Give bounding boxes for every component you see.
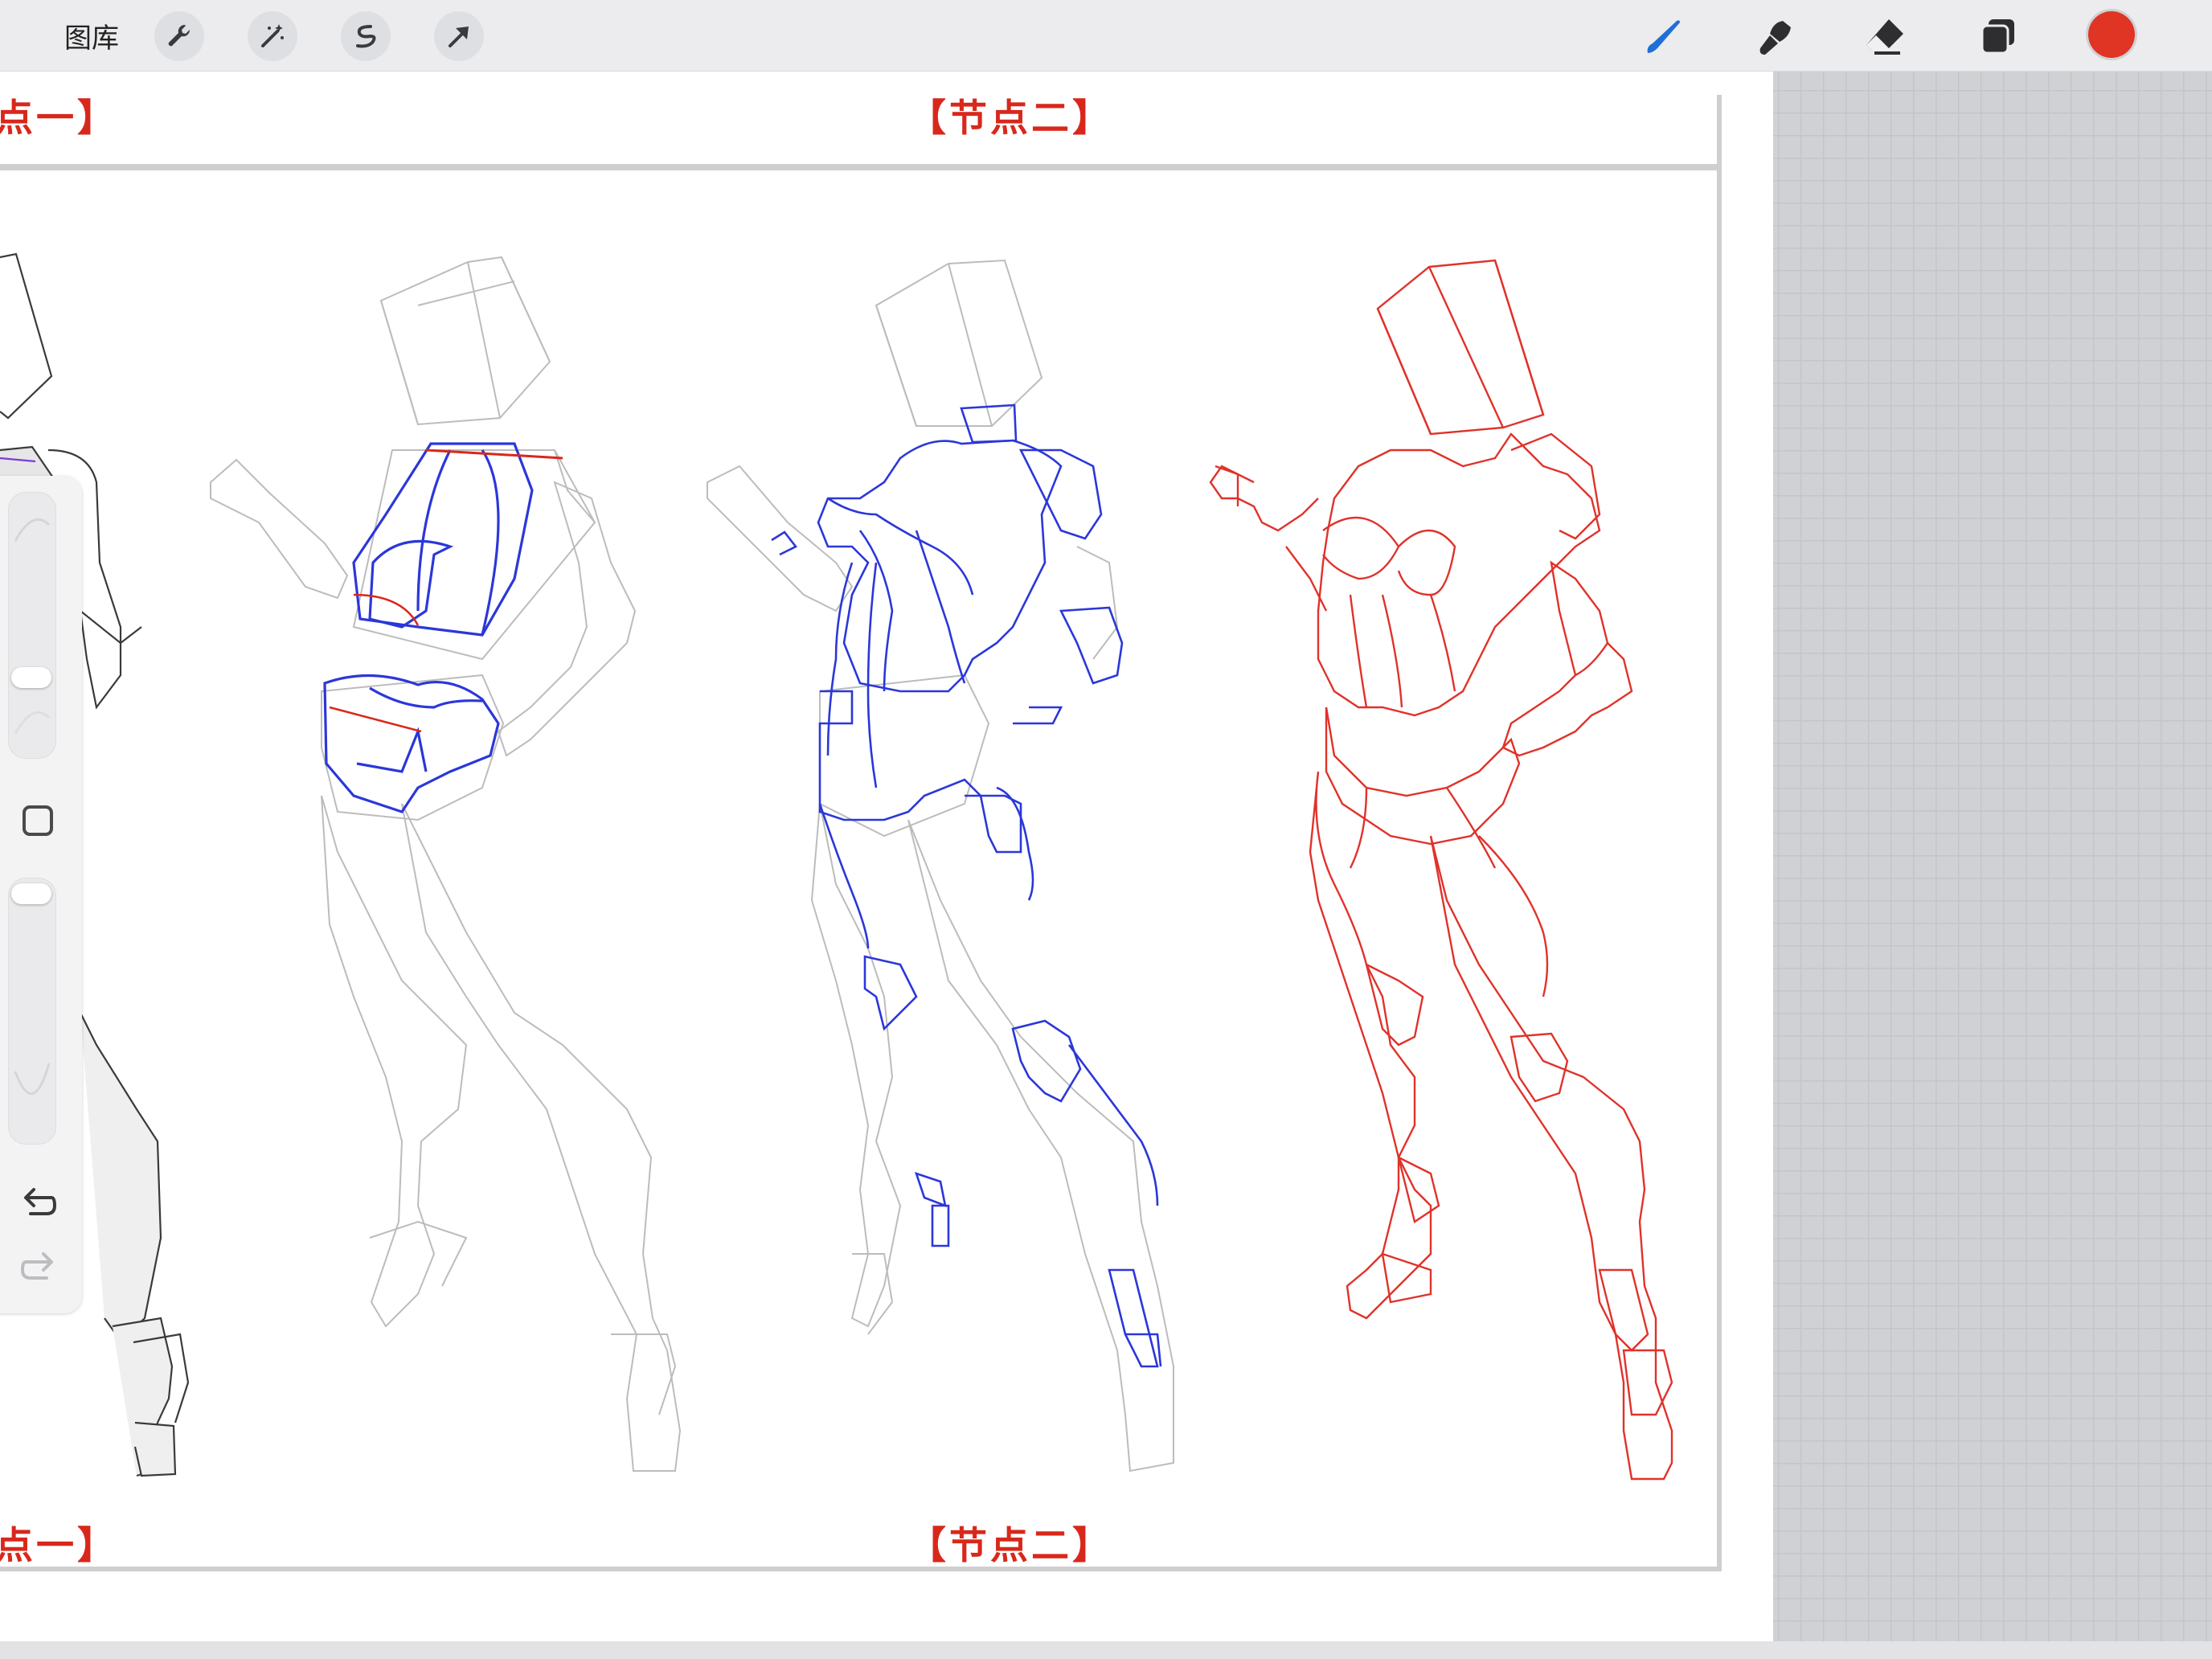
eraser-icon xyxy=(1866,19,1903,55)
layers-button[interactable] xyxy=(1976,13,2022,59)
opacity-slider[interactable] xyxy=(8,878,56,1145)
color-picker-button[interactable] xyxy=(2088,11,2135,58)
top-toolbar: 图库 xyxy=(0,0,2212,72)
drawing-art[interactable] xyxy=(0,71,1773,1641)
adjustments-button[interactable] xyxy=(248,11,297,61)
left-sidebar xyxy=(0,476,82,1313)
gallery-link[interactable]: 图库 xyxy=(64,16,119,55)
bottom-strip xyxy=(0,1641,2212,1659)
smudge-button[interactable] xyxy=(1752,13,1799,59)
undo-icon[interactable] xyxy=(19,1183,58,1222)
size-wave-icon xyxy=(14,518,51,735)
magic-wand-icon xyxy=(261,24,284,47)
layers-icon xyxy=(1981,19,2014,55)
brush-size-slider[interactable] xyxy=(8,492,56,759)
opacity-thumb[interactable] xyxy=(11,883,51,904)
actions-button[interactable] xyxy=(154,11,204,61)
brush-size-thumb[interactable] xyxy=(11,667,51,688)
redo-icon[interactable] xyxy=(19,1247,58,1286)
figure-node-three-blue xyxy=(771,403,1162,1368)
eraser-button[interactable] xyxy=(1862,13,1908,59)
brush-button[interactable] xyxy=(1640,13,1686,59)
selection-button[interactable] xyxy=(341,11,391,61)
smudge-icon xyxy=(1759,21,1791,55)
transform-arrow-icon xyxy=(449,27,469,47)
selection-icon xyxy=(356,25,376,48)
brush-icon xyxy=(1647,20,1680,53)
transform-button[interactable] xyxy=(434,11,484,61)
opacity-wave-icon xyxy=(14,1063,51,1096)
figure-node-two-gray xyxy=(210,256,682,1472)
figure-node-two-blue xyxy=(323,442,563,813)
modify-button[interactable] xyxy=(23,805,53,836)
wrench-icon xyxy=(168,24,190,47)
figure-node-four-red xyxy=(1209,259,1673,1481)
